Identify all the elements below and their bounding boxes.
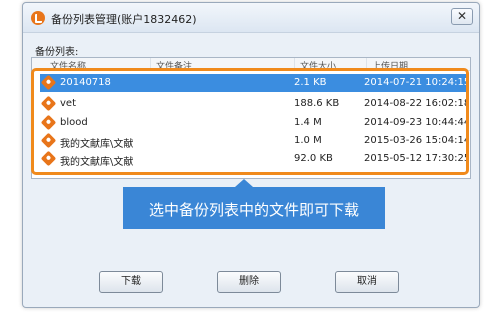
app-logo-icon (31, 11, 45, 25)
title-bar: 备份列表管理(账户1832462) ✕ (23, 3, 479, 33)
download-button[interactable]: 下载 (99, 271, 163, 293)
window-title: 备份列表管理(账户1832462) (51, 13, 197, 26)
tip-banner: 选中备份列表中的文件即可下载 (123, 179, 385, 229)
delete-button[interactable]: 删除 (217, 271, 281, 293)
tip-text: 选中备份列表中的文件即可下载 (148, 201, 359, 219)
cancel-button[interactable]: 取消 (335, 271, 399, 293)
rows-highlight-outline (31, 68, 469, 175)
backup-list-dialog: 备份列表管理(账户1832462) ✕ 备份列表: 文件名称 文件备注 文件大小… (22, 2, 480, 308)
backup-list-label: 备份列表: (35, 47, 79, 58)
banner-pointer (235, 179, 253, 187)
close-icon[interactable]: ✕ (451, 8, 473, 25)
